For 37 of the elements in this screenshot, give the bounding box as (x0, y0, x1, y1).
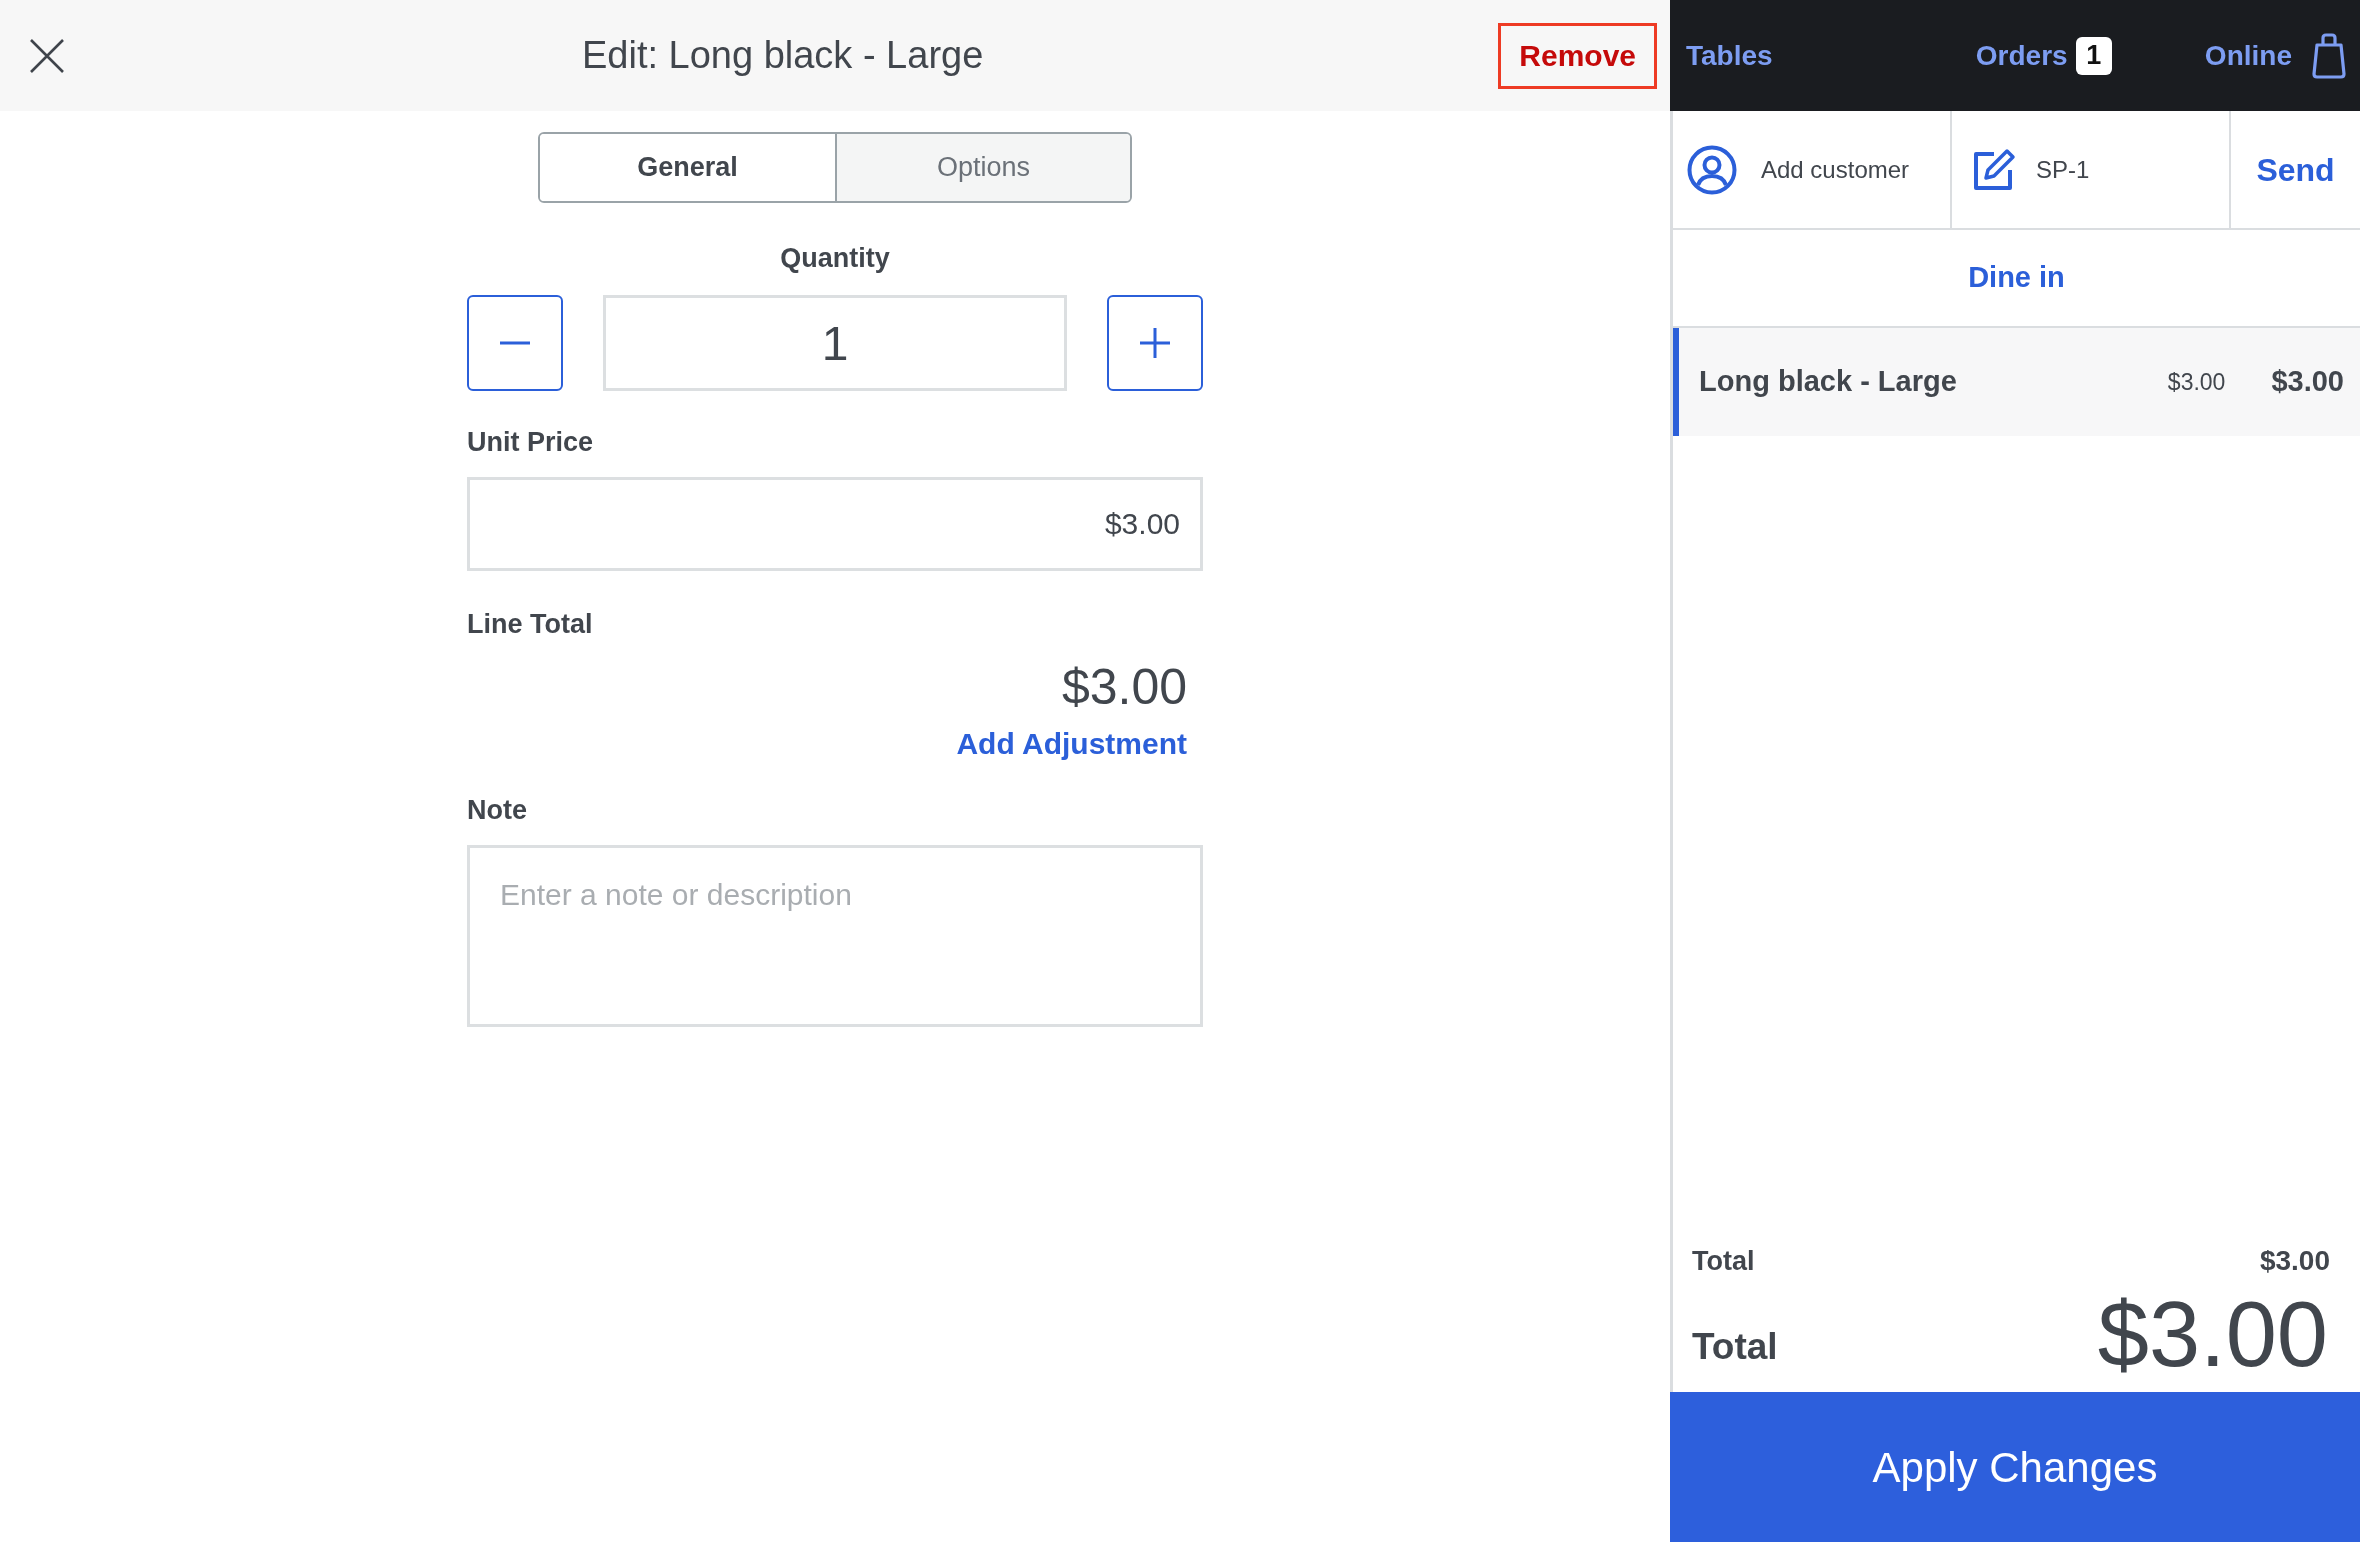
order-name-button[interactable]: SP-1 (1952, 111, 2231, 228)
quantity-field[interactable]: 1 (603, 295, 1067, 391)
note-label: Note (467, 795, 527, 825)
remove-button[interactable]: Remove (1498, 22, 1657, 89)
item-total: $3.00 (2271, 364, 2344, 400)
shopping-bag-icon (2312, 32, 2346, 79)
decrement-button[interactable] (467, 295, 563, 391)
order-line-item[interactable]: Long black - Large $3.00 $3.00 (1673, 328, 2360, 436)
editor-title: Edit: Long black - Large (581, 33, 984, 78)
apply-changes-button[interactable]: Apply Changes (1670, 1392, 2360, 1542)
minus-icon (500, 341, 530, 345)
send-button[interactable]: Send (2256, 145, 2335, 194)
summary-label: Total (1692, 1244, 1755, 1278)
increment-button[interactable] (1107, 295, 1203, 391)
grand-total-label: Total (1692, 1324, 1778, 1369)
line-total-label: Line Total (467, 609, 593, 639)
item-name: Long black - Large (1699, 364, 1958, 400)
nav-link[interactable]: Orders 1 (1975, 34, 2112, 77)
item-unit-price: $3.00 (2167, 367, 2226, 397)
add-adjustment-link[interactable]: Add Adjustment (956, 727, 1187, 761)
grand-total-amount: $3.00 (2097, 1284, 2328, 1384)
note-field[interactable]: Enter a note or description (467, 845, 1203, 1027)
line-total-amount: $3.00 (1061, 659, 1187, 715)
nav-link[interactable]: Online (2204, 32, 2346, 79)
dine-in-button[interactable]: Dine in (1968, 256, 2065, 300)
unit-price-field[interactable]: $3.00 (467, 477, 1203, 571)
close-icon (29, 37, 65, 74)
unit-price-label: Unit Price (467, 427, 594, 457)
quantity-label: Quantity (780, 243, 890, 273)
add-customer-button[interactable]: Add customer (1673, 111, 1952, 228)
person-circle-icon (1687, 144, 1737, 195)
plus-icon (1140, 328, 1170, 358)
count-badge: 1 (2075, 36, 2112, 75)
nav-link[interactable]: Tables (1686, 34, 1773, 77)
edit-icon (1972, 147, 2016, 192)
summary-value: $3.00 (2259, 1244, 2330, 1278)
tab[interactable]: Options (835, 134, 1130, 201)
